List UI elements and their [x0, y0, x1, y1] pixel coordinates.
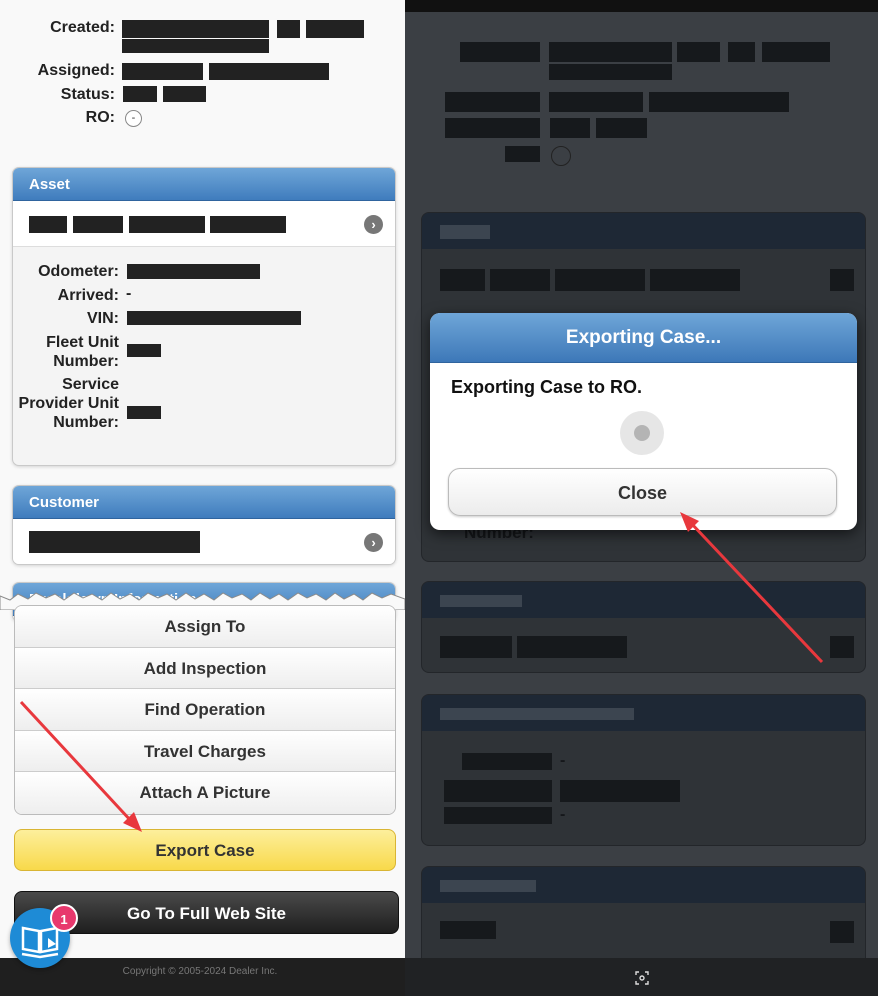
- redacted-bg-block: [445, 92, 540, 112]
- redacted-bg-block: [440, 269, 485, 291]
- arrived-value: -: [126, 285, 132, 302]
- redacted-bg-block: [440, 880, 536, 892]
- bg-dash: -: [560, 806, 566, 823]
- ro-label: RO:: [85, 109, 115, 126]
- redacted-status-value: [123, 86, 157, 102]
- redacted-asset-name: [29, 216, 67, 233]
- close-button[interactable]: Close: [448, 468, 837, 516]
- status-label: Status:: [60, 86, 115, 103]
- redacted-created-value: [122, 39, 269, 53]
- redacted-bg-block: [649, 92, 789, 112]
- fleet-unit-label: Fleet Unit Number:: [46, 334, 119, 370]
- odometer-label: Odometer:: [38, 263, 119, 280]
- dialog-title: Exporting Case...: [430, 313, 857, 363]
- redacted-asset-name: [210, 216, 286, 233]
- loading-spinner-icon: [620, 411, 664, 455]
- dialog-message: Exporting Case to RO.: [451, 377, 643, 397]
- bg-extra-panel: [421, 866, 866, 966]
- redacted-bg-block: [550, 118, 590, 138]
- redacted-bg-block: [490, 269, 550, 291]
- redacted-asset-name: [73, 216, 123, 233]
- asset-panel: Asset › Odometer: Arrived: - VIN: Fleet …: [12, 167, 396, 466]
- service-provider-unit-label: Service Provider Unit Number:: [18, 376, 119, 431]
- redacted-bg-block: [440, 708, 634, 720]
- redacted-bg-block: [440, 921, 496, 939]
- redacted-vin-value: [127, 311, 301, 325]
- created-label: Created:: [50, 19, 115, 36]
- notification-badge: 1: [50, 904, 78, 932]
- travel-charges-button[interactable]: Travel Charges: [15, 730, 395, 772]
- redacted-asset-name: [129, 216, 205, 233]
- redacted-bg-block: [440, 225, 490, 239]
- redacted-bg-block: [650, 269, 740, 291]
- redacted-bg-block: [549, 64, 672, 80]
- add-inspection-button[interactable]: Add Inspection: [15, 647, 395, 689]
- export-case-button[interactable]: Export Case: [14, 829, 396, 871]
- redacted-bg-block: [830, 921, 854, 943]
- customer-row[interactable]: ›: [13, 519, 395, 564]
- assigned-label: Assigned:: [37, 62, 115, 79]
- redacted-bg-block: [505, 146, 540, 162]
- redacted-assigned-value: [209, 63, 329, 80]
- redacted-bg-block: [444, 780, 552, 802]
- exporting-case-dialog: Exporting Case... Exporting Case to RO. …: [430, 313, 857, 530]
- footer-copyright: Copyright © 2005-2024 Dealer Inc.: [122, 966, 278, 977]
- redacted-customer-name: [29, 531, 200, 553]
- asset-row[interactable]: ›: [13, 201, 395, 247]
- bg-breakdown-panel: - -: [421, 694, 866, 846]
- redacted-bg-block: [444, 807, 552, 824]
- redacted-assigned-value: [122, 63, 203, 80]
- redacted-status-value: [163, 86, 206, 102]
- redacted-bg-block: [440, 595, 522, 607]
- redacted-bg-block: [555, 269, 645, 291]
- customer-panel: Customer ›: [12, 485, 396, 565]
- redacted-bg-block: [517, 636, 627, 658]
- redacted-bg-block: [830, 636, 854, 658]
- find-operation-button[interactable]: Find Operation: [15, 689, 395, 731]
- redacted-odometer-value: [127, 264, 260, 279]
- redacted-bg-block: [830, 269, 854, 291]
- redacted-bg-block: [677, 42, 720, 62]
- chevron-right-icon: ›: [364, 533, 383, 552]
- bg-ro-dot: [551, 146, 571, 166]
- redacted-bg-block: [460, 42, 540, 62]
- redacted-created-value: [306, 20, 364, 38]
- chevron-right-icon: ›: [364, 215, 383, 234]
- redacted-bg-block: [445, 118, 540, 138]
- redacted-bg-block: [596, 118, 647, 138]
- ro-value: -: [125, 110, 142, 127]
- redacted-bg-block: [549, 92, 643, 112]
- customer-panel-title: Customer: [13, 486, 395, 519]
- redacted-created-value: [277, 20, 300, 38]
- attach-picture-button[interactable]: Attach A Picture: [15, 772, 395, 814]
- asset-panel-title: Asset: [13, 168, 395, 201]
- redacted-created-value: [122, 20, 269, 38]
- redacted-bg-block: [440, 636, 512, 658]
- redacted-bg-block: [762, 42, 830, 62]
- left-screenshot-pane: Created: Assigned: Status: RO: - Asset ›…: [0, 0, 405, 996]
- bg-dash: -: [560, 752, 566, 769]
- screenshot-icon[interactable]: [635, 971, 649, 985]
- redacted-bg-block: [728, 42, 755, 62]
- arrived-label: Arrived:: [57, 287, 119, 304]
- redacted-bg-block: [549, 42, 672, 62]
- action-menu: Assign To Add Inspection Find Operation …: [14, 605, 396, 815]
- vin-label: VIN:: [87, 310, 119, 327]
- redacted-sp-unit-value: [127, 406, 161, 419]
- redacted-bg-block: [560, 780, 680, 802]
- redacted-fleet-unit-value: [127, 344, 161, 357]
- bg-customer-panel: [421, 581, 866, 673]
- status-bar: [405, 0, 878, 12]
- redacted-bg-block: [462, 753, 552, 770]
- assign-to-button[interactable]: Assign To: [15, 606, 395, 648]
